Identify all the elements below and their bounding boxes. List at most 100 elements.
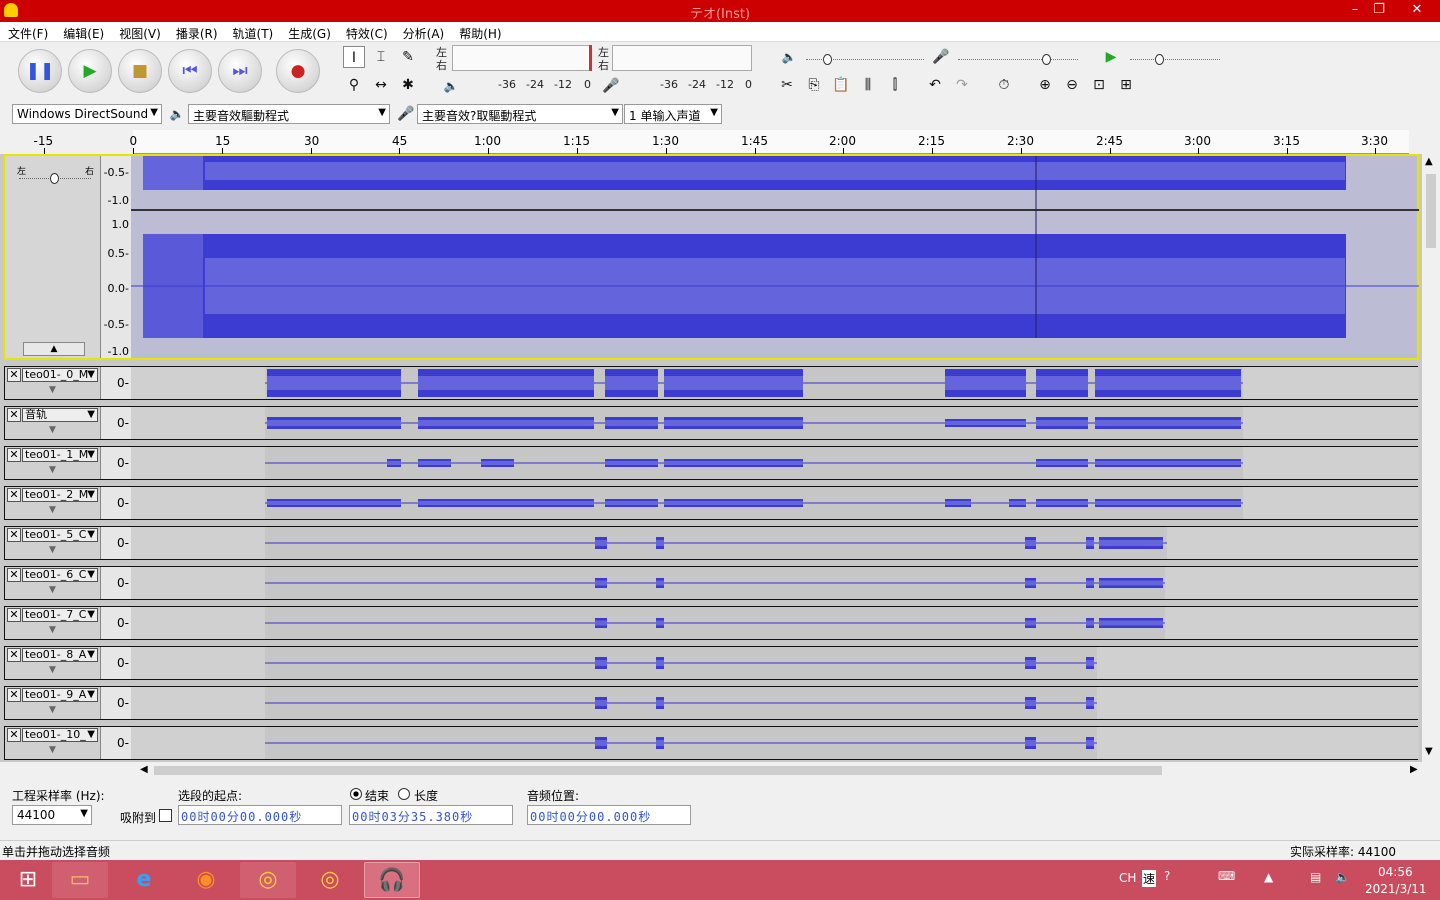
copy-icon[interactable]: ⎘ (803, 74, 825, 96)
input-language-label[interactable]: CH (1119, 871, 1136, 885)
network-icon[interactable]: ▤ (1310, 870, 1321, 884)
zoom-tool-icon[interactable]: ⚲ (343, 74, 365, 96)
collapse-triangle-icon[interactable]: ▼ (49, 545, 56, 555)
close-track-icon[interactable]: ✕ (7, 568, 21, 582)
track-name-button[interactable]: teo01-_0_M ▼ (22, 368, 98, 382)
restore-button[interactable]: ❐ (1364, 0, 1394, 20)
chrome-alt-icon[interactable]: ◎ (240, 862, 296, 898)
close-track-icon[interactable]: ✕ (7, 368, 21, 382)
track-name-button[interactable]: teo01-_6_C ▼ (22, 568, 98, 582)
close-track-icon[interactable]: ✕ (7, 408, 21, 422)
audio-track[interactable]: ✕ teo01-_8_A ▼ ▼ 0- (4, 646, 1419, 680)
menu-record[interactable]: 播录(R) (168, 22, 225, 42)
scroll-thumb[interactable] (1426, 174, 1436, 248)
collapse-triangle-icon[interactable]: ▼ (49, 425, 56, 435)
close-track-icon[interactable]: ✕ (7, 608, 21, 622)
internet-explorer-icon[interactable]: e (116, 862, 172, 898)
chrome-icon[interactable]: ◎ (302, 862, 358, 898)
close-track-icon[interactable]: ✕ (7, 448, 21, 462)
sync-lock-icon[interactable]: ⏱ (993, 74, 1015, 96)
collapse-triangle-icon[interactable]: ▼ (49, 705, 56, 715)
menu-tracks[interactable]: 轨道(T) (225, 22, 281, 42)
clock-date[interactable]: 2021/3/11 (1365, 882, 1427, 896)
horizontal-scrollbar[interactable]: ◀ ▶ (140, 764, 1422, 777)
fit-project-icon[interactable]: ⊞ (1115, 74, 1137, 96)
pan-knob[interactable] (50, 173, 59, 184)
audio-track[interactable]: ✕ teo01-_9_A ▼ ▼ 0- (4, 686, 1419, 720)
keyboard-icon[interactable]: ⌨ (1218, 869, 1235, 883)
stop-button[interactable]: ■ (118, 49, 162, 93)
tray-expand-icon[interactable]: ▲ (1264, 870, 1273, 884)
track-name-button[interactable]: teo01-_10_ ▼ (22, 728, 98, 742)
multi-tool-icon[interactable]: ✱ (397, 74, 419, 96)
trim-icon[interactable]: ⫼ (857, 74, 879, 96)
input-channels-select[interactable]: 1 单输入声道 ▼ (624, 104, 722, 124)
scroll-right-icon[interactable]: ▶ (1410, 764, 1418, 775)
draw-tool-icon[interactable]: ✎ (397, 46, 419, 68)
zoom-out-icon[interactable]: ⊖ (1061, 74, 1083, 96)
track-name-button[interactable]: teo01-_9_A ▼ (22, 688, 98, 702)
cut-icon[interactable]: ✂ (776, 74, 798, 96)
volume-icon[interactable]: 🔈 (1335, 870, 1350, 884)
timeline-ruler[interactable]: -15 0 15 30 45 1:00 1:15 1:30 1:45 2:00 2:15 2:30 2:… (0, 130, 1440, 154)
output-volume-knob[interactable] (823, 54, 832, 65)
collapse-track-button[interactable]: ▲ (23, 342, 85, 356)
close-track-icon[interactable]: ✕ (7, 488, 21, 502)
close-track-icon[interactable]: ✕ (7, 688, 21, 702)
menu-generate[interactable]: 生成(G) (280, 22, 338, 42)
zoom-in-icon[interactable]: ⊕ (1034, 74, 1056, 96)
project-rate-select[interactable]: 44100 ▼ (12, 805, 92, 825)
input-volume-slider[interactable] (958, 59, 1078, 61)
track-name-button[interactable]: teo01-_2_M ▼ (22, 488, 98, 502)
collapse-triangle-icon[interactable]: ▼ (49, 665, 56, 675)
skip-end-button[interactable]: ⏭ (218, 49, 262, 93)
play-speed-knob[interactable] (1155, 54, 1164, 65)
paste-icon[interactable]: 📋 (830, 74, 852, 96)
input-volume-knob[interactable] (1042, 54, 1051, 65)
scroll-thumb[interactable] (154, 766, 1162, 775)
menu-help[interactable]: 帮助(H) (451, 22, 508, 42)
track-name-button[interactable]: 音轨 ▼ (22, 408, 98, 422)
time-shift-tool-icon[interactable]: ↔ (370, 74, 392, 96)
audio-position-field[interactable]: 00时00分00.000秒 (527, 805, 691, 825)
track-area[interactable]: 左 右 ▲ -0.5- -1.0 1.0 0.5- 0.0- -0.5- -1.… (0, 154, 1422, 762)
selection-start-field[interactable]: 00时00分00.000秒 (178, 805, 342, 825)
output-device-select[interactable]: 主要音效驅動程式 ▼ (188, 104, 390, 124)
collapse-triangle-icon[interactable]: ▼ (49, 585, 56, 595)
play-speed-slider[interactable] (1130, 59, 1220, 61)
vertical-scrollbar[interactable]: ▲ ▼ (1422, 154, 1440, 762)
close-track-icon[interactable]: ✕ (7, 648, 21, 662)
file-explorer-icon[interactable]: ▭ (52, 862, 108, 898)
skip-start-button[interactable]: ⏮ (168, 49, 212, 93)
record-button[interactable]: ● (276, 49, 320, 93)
collapse-triangle-icon[interactable]: ▼ (49, 745, 56, 755)
length-radio[interactable] (398, 788, 410, 800)
audacity-icon[interactable]: 🎧 (364, 862, 420, 898)
main-track[interactable]: 左 右 ▲ -0.5- -1.0 1.0 0.5- 0.0- -0.5- -1.… (3, 154, 1419, 360)
audio-track[interactable]: ✕ teo01-_5_C ▼ ▼ 0- (4, 526, 1419, 560)
scroll-up-icon[interactable]: ▲ (1425, 156, 1433, 167)
end-radio[interactable] (350, 788, 362, 800)
scroll-left-icon[interactable]: ◀ (140, 764, 148, 775)
track-name-button[interactable]: teo01-_5_C ▼ (22, 528, 98, 542)
clock-time[interactable]: 04:56 (1378, 865, 1413, 879)
selection-tool-icon[interactable]: I (343, 46, 365, 68)
snap-checkbox[interactable] (159, 809, 172, 822)
audio-track[interactable]: ✕ teo01-_7_C ▼ ▼ 0- (4, 606, 1419, 640)
audio-track[interactable]: ✕ teo01-_10_ ▼ ▼ 0- (4, 726, 1419, 760)
collapse-triangle-icon[interactable]: ▼ (49, 505, 56, 515)
undo-icon[interactable]: ↶ (924, 74, 946, 96)
menu-file[interactable]: 文件(F) (0, 22, 55, 42)
track-name-button[interactable]: teo01-_1_M ▼ (22, 448, 98, 462)
audio-track[interactable]: ✕ 音轨 ▼ ▼ 0- (4, 406, 1419, 440)
close-track-icon[interactable]: ✕ (7, 728, 21, 742)
collapse-triangle-icon[interactable]: ▼ (49, 385, 56, 395)
record-meter[interactable] (612, 45, 752, 71)
play-at-speed-icon[interactable]: ▶ (1100, 46, 1122, 68)
fit-selection-icon[interactable]: ⊡ (1088, 74, 1110, 96)
menu-analyze[interactable]: 分析(A) (395, 22, 452, 42)
windows-start-icon[interactable]: ⊞ (0, 862, 56, 898)
play-meter[interactable] (452, 45, 592, 71)
close-track-icon[interactable]: ✕ (7, 528, 21, 542)
input-device-select[interactable]: 主要音效?取驅動程式 ▼ (417, 104, 623, 124)
